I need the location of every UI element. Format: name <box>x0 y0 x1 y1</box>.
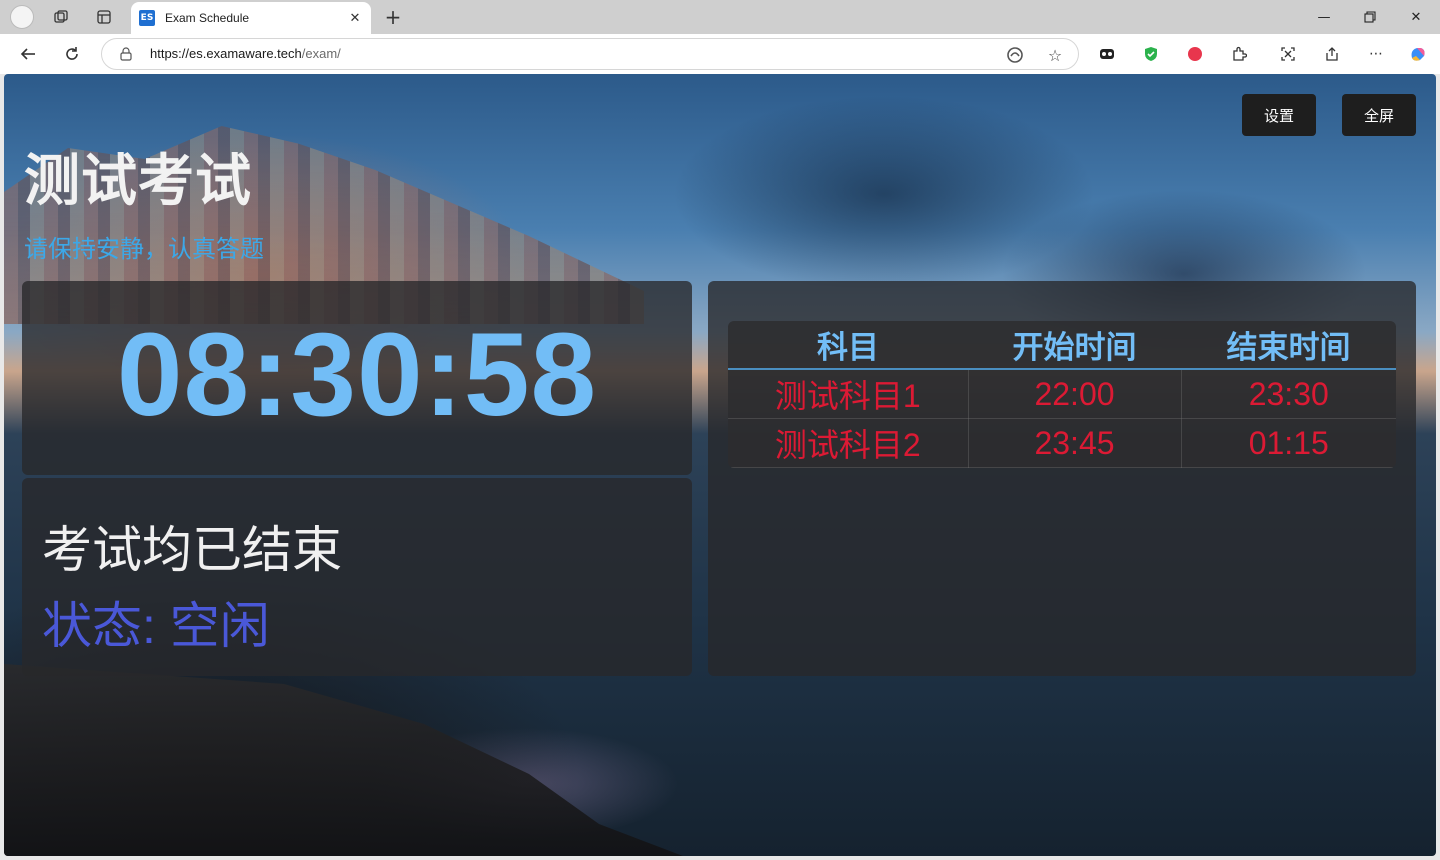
reload-icon[interactable] <box>58 41 86 67</box>
profile-avatar[interactable] <box>10 5 34 29</box>
browser-toolbar: https://es.examaware.tech/exam/ ☆ ⋯ <box>0 34 1440 74</box>
extension-mask-icon[interactable] <box>1096 43 1118 65</box>
new-tab-icon[interactable]: + <box>380 4 406 30</box>
clock-panel: 08:30:58 <box>22 281 692 475</box>
tab-actions-icon[interactable] <box>91 5 117 29</box>
url-path: /exam/ <box>301 46 341 61</box>
exam-subtitle: 请保持安静，认真答题 <box>24 236 264 263</box>
tab-title: Exam Schedule <box>165 11 250 25</box>
schedule-row: 测试科目2 23:45 01:15 <box>728 418 1396 468</box>
url-text[interactable]: https://es.examaware.tech/exam/ <box>150 46 341 61</box>
page-viewport: 设置 全屏 测试考试 请保持安静，认真答题 08:30:58 考试均已结束 状态… <box>4 74 1436 856</box>
schedule-end-cell: 01:15 <box>1181 418 1396 468</box>
tab-favicon-icon: ES <box>139 10 155 26</box>
exam-status-line: 状态: 空闲 <box>42 598 270 654</box>
exam-title: 测试考试 <box>24 149 252 212</box>
background-rocks-image <box>4 664 704 856</box>
exam-status-message: 考试均已结束 <box>42 522 342 578</box>
schedule-start-cell: 22:00 <box>968 369 1182 419</box>
header-start-time: 开始时间 <box>968 321 1181 370</box>
extensions-puzzle-icon[interactable] <box>1228 43 1250 65</box>
restore-icon[interactable] <box>1352 4 1388 30</box>
close-window-icon[interactable]: ✕ <box>1398 4 1434 30</box>
share-icon[interactable] <box>1321 43 1343 65</box>
screenshot-icon[interactable] <box>1277 43 1299 65</box>
fullscreen-button[interactable]: 全屏 <box>1342 94 1416 136</box>
back-icon[interactable] <box>14 41 42 67</box>
exam-schedule-table: 科目 开始时间 结束时间 测试科目1 22:00 23:30 测试科目2 23:… <box>728 321 1396 468</box>
status-panel: 考试均已结束 状态: 空闲 <box>22 478 692 676</box>
schedule-start-cell: 23:45 <box>968 418 1182 468</box>
browser-tab-strip: ES Exam Schedule ✕ + — ✕ <box>0 0 1440 34</box>
minimize-icon[interactable]: — <box>1306 4 1342 30</box>
lock-icon[interactable] <box>120 47 132 61</box>
current-time-clock: 08:30:58 <box>116 309 598 441</box>
header-end-time: 结束时间 <box>1181 321 1396 370</box>
extension-shield-icon[interactable] <box>1140 43 1162 65</box>
address-bar[interactable]: https://es.examaware.tech/exam/ ☆ <box>101 38 1079 70</box>
schedule-subject-cell: 测试科目2 <box>728 418 969 468</box>
url-host: https://es.examaware.tech <box>150 46 302 61</box>
schedule-subject-cell: 测试科目1 <box>728 369 969 419</box>
edge-app-icon[interactable] <box>1004 44 1026 66</box>
schedule-row: 测试科目1 22:00 23:30 <box>728 369 1396 419</box>
active-tab[interactable]: ES Exam Schedule ✕ <box>131 2 371 34</box>
more-menu-icon[interactable]: ⋯ <box>1365 43 1387 65</box>
favorite-star-icon[interactable]: ☆ <box>1044 44 1066 66</box>
schedule-end-cell: 23:30 <box>1181 369 1396 419</box>
schedule-panel: 科目 开始时间 结束时间 测试科目1 22:00 23:30 测试科目2 23:… <box>708 281 1416 676</box>
copilot-icon[interactable] <box>1407 43 1429 65</box>
settings-button[interactable]: 设置 <box>1242 94 1316 136</box>
schedule-header-row: 科目 开始时间 结束时间 <box>728 321 1396 370</box>
tab-close-icon[interactable]: ✕ <box>345 8 365 28</box>
extension-red-icon[interactable] <box>1184 43 1206 65</box>
header-subject: 科目 <box>728 321 968 370</box>
workspaces-icon[interactable] <box>48 5 74 29</box>
